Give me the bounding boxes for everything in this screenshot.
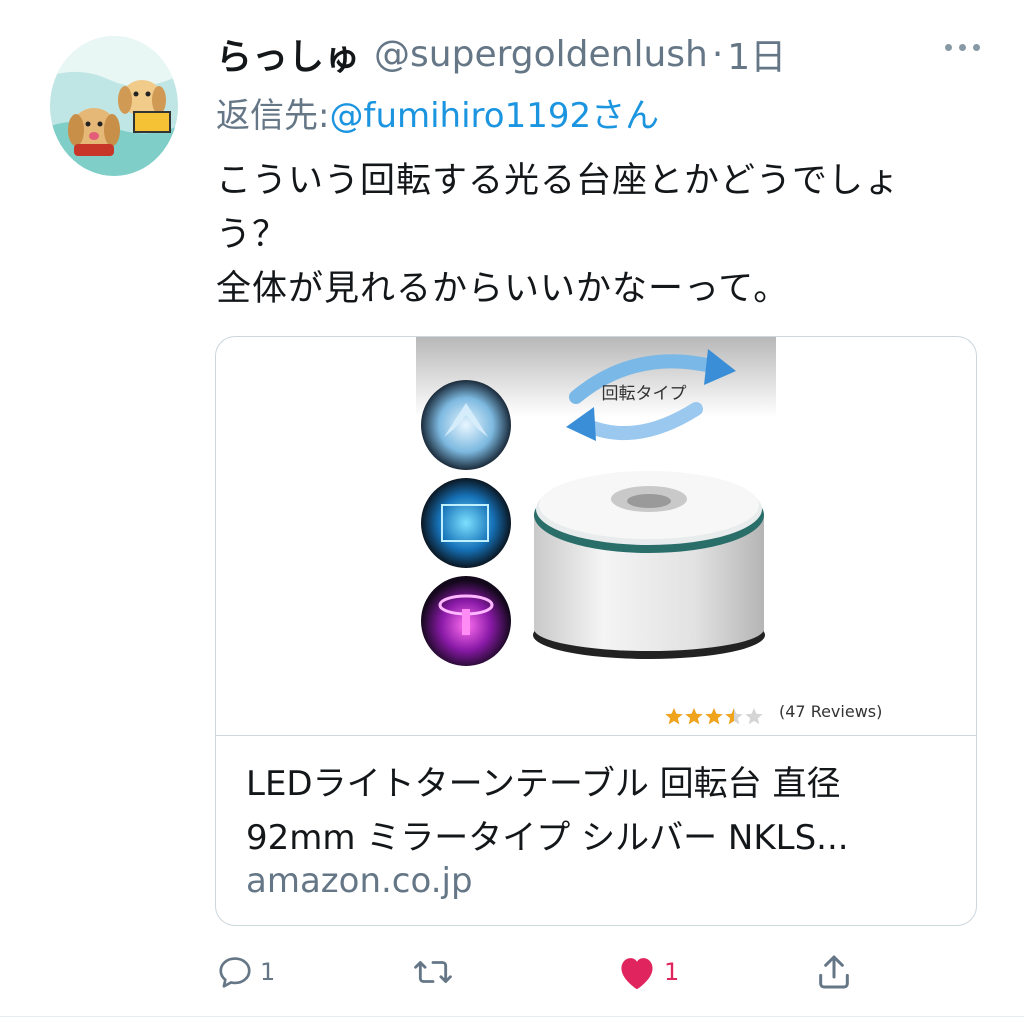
- star-empty: [745, 708, 763, 725]
- retweet-button[interactable]: [412, 944, 460, 1000]
- like-count: 1: [664, 958, 680, 986]
- user-handle[interactable]: @supergoldenlush: [374, 34, 708, 75]
- star-filled: [705, 708, 723, 725]
- avatar[interactable]: [50, 36, 178, 176]
- card-domain: amazon.co.jp: [246, 861, 473, 901]
- divider: [0, 1016, 1024, 1017]
- reply-mention-link[interactable]: @fumihiro1192さん: [329, 88, 659, 137]
- review-count: (47 Reviews): [779, 702, 882, 721]
- card-title[interactable]: LEDライトターンテーブル 回転台 直径 92mm ミラータイプ シルバー NK…: [246, 757, 966, 865]
- retweet-icon: [414, 961, 452, 983]
- reply-count: 1: [260, 958, 276, 986]
- product-image: 回転タイプ (47 Reviews): [216, 337, 976, 736]
- tweet-text-line: 全体が見れるからいいかなーって。: [216, 269, 790, 309]
- tweet-text-line: こういう回転する光る台座とかどうでしょ: [216, 161, 901, 201]
- tweet-text: こういう回転する光る台座とかどうでしょ う？ 全体が見れるからいいかなーって。: [216, 154, 986, 316]
- star-filled: [665, 708, 683, 725]
- reply-prefix: 返信先:: [216, 95, 330, 136]
- heart-icon: [621, 958, 653, 990]
- share-button[interactable]: [814, 944, 854, 1000]
- image-caption: 回転タイプ: [602, 384, 687, 404]
- more-options-icon[interactable]: [945, 44, 980, 51]
- reply-icon: [219, 957, 251, 988]
- tweet-text-line: う？: [216, 215, 289, 255]
- display-name[interactable]: らっしゅ: [216, 28, 360, 80]
- tweet-actions: 1 1: [216, 944, 896, 1000]
- separator: ·: [711, 33, 724, 75]
- card-title-line: 92mm ミラータイプ シルバー NKLS...: [246, 818, 849, 858]
- tweet-header: らっしゅ @supergoldenlush · 1日: [216, 26, 984, 82]
- like-button[interactable]: 1: [616, 944, 679, 1000]
- star-filled: [685, 708, 703, 725]
- card-title-line: LEDライトターンテーブル 回転台 直径: [246, 764, 841, 804]
- share-icon: [819, 955, 849, 989]
- rating-stars: [665, 708, 763, 725]
- reply-to-line: 返信先: @fumihiro1192さん: [216, 86, 659, 138]
- link-card[interactable]: 回転タイプ (47 Reviews) LEDライトターンテーブル 回転台 直径 …: [215, 336, 977, 926]
- reply-button[interactable]: 1: [216, 944, 275, 1000]
- timestamp[interactable]: 1日: [727, 28, 786, 80]
